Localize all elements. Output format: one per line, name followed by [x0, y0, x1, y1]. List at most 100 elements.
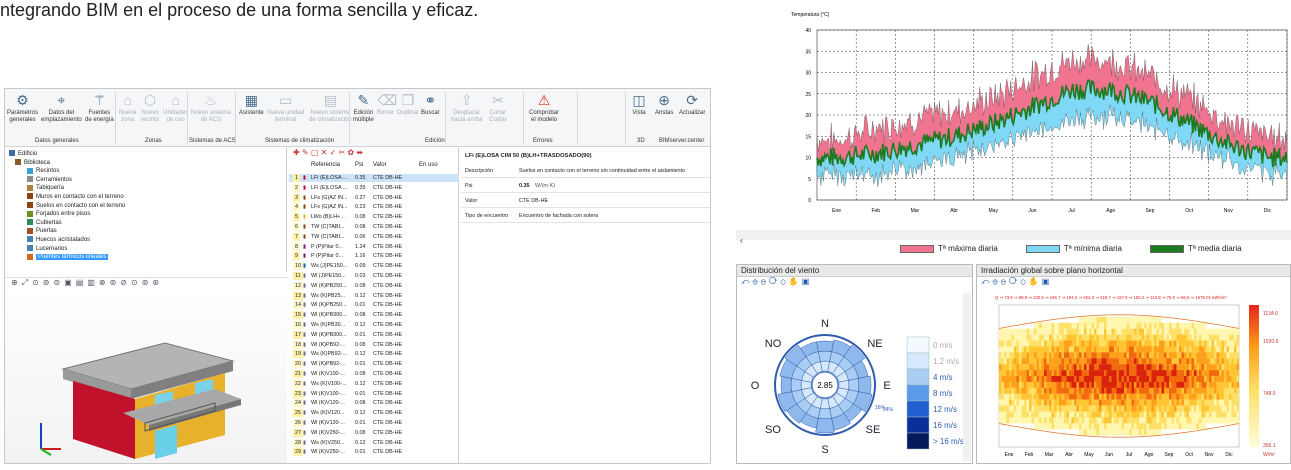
table-row[interactable]: 9 ▮ P (P)Pilar 0... 1.16 CTE DB-HE [289, 252, 459, 261]
tree-item[interactable]: Huecos acristalados [27, 236, 90, 244]
ribbon-button-asistente[interactable]: ▦ Asistente [239, 92, 264, 117]
irr-cell [1191, 328, 1195, 335]
irr-cell [1119, 334, 1122, 341]
table-row[interactable]: 11 ▮ Wl (J)PE150... 0.03 CTE DB-HE [289, 272, 459, 280]
ribbon-button-unidades[interactable]: ⌂ Unidades de uso [163, 92, 188, 124]
irr-cell [1221, 411, 1225, 418]
table-row[interactable]: 27 ▮ Wl (K)V250-... 0.08 CTE DB-HE [289, 428, 459, 437]
table-row[interactable]: 13 ▮ Ws (K)PB25... 0.12 CTE DB-HE [289, 291, 459, 300]
ribbon-button-cortar[interactable]: ✂ Cortar Copiar [489, 92, 507, 124]
ribbon-button-comprobar[interactable]: ⚠ Comprobar el modelo [529, 92, 559, 124]
irr-cell [1174, 352, 1177, 359]
table-row[interactable]: 8 ▮ P (P)Pilar 0... 1.24 CTE DB-HE [289, 242, 459, 251]
table-row[interactable]: 10 ▮ Ws (J)PE150... 0.09 CTE DB-HE [289, 262, 459, 271]
ribbon-button-duplicar[interactable]: ❐ Duplicar [397, 92, 419, 117]
irr-cell [1006, 352, 1010, 359]
table-row[interactable]: 16 ▮ Ws (K)PB30... 0.12 CTE DB-HE [289, 321, 459, 329]
ribbon-button-aristas[interactable]: ⊕ Aristas [655, 92, 673, 117]
irr-cell [1119, 346, 1122, 353]
ribbon-button-par-metros[interactable]: ⚙ Parámetros generales [7, 92, 38, 124]
irr-cell [1014, 364, 1017, 371]
table-row[interactable]: 21 ▮ Wl (K)V100-... 0.08 CTE DB-HE [289, 370, 459, 378]
ribbon-label-2: el modelo [531, 117, 558, 123]
table-row[interactable]: 18 ▮ Wl (K)PB92-... 0.08 CTE DB-HE [289, 340, 459, 349]
tree-item[interactable]: Puertas [27, 227, 57, 235]
table-row[interactable]: 29 ▮ Wl (K)V250-... 0.01 CTE DB-HE [289, 448, 459, 457]
wind-scrollbar[interactable] [963, 293, 971, 461]
ribbon-button-datos-del[interactable]: ⌖ Datos del emplazamiento [41, 92, 82, 124]
irr-cell [1151, 411, 1155, 418]
row-number: 20 [293, 360, 303, 369]
wind-toolbar[interactable]: ⤺⊕⊖⟳⊙✋▣ [737, 277, 972, 289]
irr-cell [1039, 328, 1042, 335]
ribbon-button-borrar[interactable]: ⌫ Borrar [377, 92, 397, 117]
table-row[interactable]: 23 ▮ Wl (K)V100-... 0.01 CTE DB-HE [289, 389, 459, 398]
ribbon-button-nuevo[interactable]: ⬡ Nuevo recinto [141, 92, 159, 124]
table-row[interactable]: 7 ▮ TW (C)TABI... 0.06 CTE DB-HE [289, 232, 459, 241]
ribbon-button-edici-n[interactable]: ✎ Edición múltiple [353, 92, 374, 124]
irr-cell [1121, 429, 1125, 436]
ribbon-button-nueva[interactable]: ⌂ Nueva zona [119, 92, 136, 124]
table-row[interactable]: 4 ▮ LFs (G)AZ IN... 0.23 CTE DB-HE [289, 203, 459, 212]
tree-item[interactable]: Recintos [27, 167, 59, 175]
tree-item[interactable]: Tabiquería [27, 184, 64, 192]
tree-item[interactable]: Biblioteca [15, 159, 50, 167]
y-tick: 40 [805, 28, 811, 34]
irr-cell [1229, 376, 1232, 383]
table-row[interactable]: 12 ▮ Wl (K)PB250... 0.08 CTE DB-HE [289, 281, 459, 290]
irr-toolbar[interactable]: ⤺⊕⊖⟳⊙✋▣ [977, 277, 1290, 289]
irr-cell [1206, 417, 1210, 424]
ribbon-button-buscar[interactable]: ⚭ Buscar [421, 92, 440, 117]
view-toolbar[interactable]: ⊕⤢⊙⊛⊜▣▤▥⊗⊚⊘⊙⊚⊛ [5, 277, 287, 291]
irr-cell [1021, 393, 1025, 400]
table-row[interactable]: 25 ▮ Ws (K)V120... 0.12 CTE DB-HE [289, 409, 459, 418]
ribbon-button-desplazar[interactable]: ⇧ Desplazar hacia arriba [451, 92, 482, 124]
tree-item[interactable]: Edificio [9, 150, 37, 158]
ribbon-button-fuentes[interactable]: ⚚ Fuentes de energía [85, 92, 114, 124]
table-row[interactable]: 22 ▮ Ws (K)V100-... 0.12 CTE DB-HE [289, 379, 459, 388]
ribbon-button-nuevo-sistema[interactable]: ♨ Nuevo sistema de ACS [191, 92, 231, 124]
table-row[interactable]: 28 ▮ Ws (K)V250... 0.12 CTE DB-HE [289, 438, 459, 447]
table-row[interactable]: 1 ▮ LFi (E)LOSA ... 0.35 CTE DB-HE [289, 174, 459, 182]
table-row[interactable]: 2 ▮ LFi (E)LOSA ... 0.35 CTE DB-HE [289, 183, 459, 192]
tree-item[interactable]: Cerramientos [27, 176, 72, 184]
ribbon-button-vista[interactable]: ◫ Vista [631, 92, 647, 117]
horizontal-scrollbar[interactable]: ‹ [736, 230, 1291, 245]
irr-cell [1099, 370, 1102, 377]
table-row[interactable]: 5 ▮ LWo (B)LH+... 0.08 CTE DB-HE [289, 213, 459, 222]
irr-cell [1011, 346, 1015, 353]
tree-item[interactable]: Muros en contacto con el terreno [27, 193, 124, 201]
tree-item[interactable]: Lucernarios [27, 245, 67, 253]
irr-cell [1126, 417, 1130, 424]
table-row[interactable]: 3 ▮ LFs (G)AZ IN... 0.27 CTE DB-HE [289, 193, 459, 202]
table-row[interactable]: 14 ▮ Wl (K)PB250... 0.01 CTE DB-HE [289, 301, 459, 310]
irr-cell [1109, 423, 1112, 430]
list-toolbar[interactable]: ✚ ✎ ▢ ✕ ✓ ✂ ✿ ⬌ [289, 148, 459, 160]
irr-cell [1149, 328, 1152, 335]
irr-cell [1154, 328, 1157, 335]
table-row[interactable]: 24 ▮ Wl (K)V120-... 0.08 CTE DB-HE [289, 399, 459, 408]
table-row[interactable]: 26 ▮ Wl (K)V120-... 0.01 CTE DB-HE [289, 419, 459, 427]
irr-cell [1034, 358, 1037, 365]
table-row[interactable]: 17 ▮ Wl (K)PB300... 0.01 CTE DB-HE [289, 330, 459, 339]
ribbon-button-actualizar[interactable]: ⟳ Actualizar [679, 92, 705, 117]
table-row[interactable]: 20 ▮ Wl (K)PB92-... 0.01 CTE DB-HE [289, 360, 459, 369]
tree-item[interactable]: Puentes térmicos lineales [27, 253, 109, 261]
tree-item[interactable]: Suelos en contacto con el terreno [27, 202, 125, 210]
ribbon-button-nueva-unidad[interactable]: ▭ Nueva unidad terminal [267, 92, 304, 124]
scroll-left-icon[interactable]: ‹ [736, 236, 743, 245]
ribbon-button-nuevo-sistema[interactable]: ▤ Nuevo sistema de climatización [309, 92, 352, 124]
table-row[interactable]: 19 ▮ Ws (K)PB92-... 0.12 CTE DB-HE [289, 350, 459, 359]
irr-cell [1001, 364, 1005, 371]
table-row[interactable]: 6 ▮ TW (C)TABI... 0.08 CTE DB-HE [289, 223, 459, 231]
irr-cell [1134, 334, 1137, 341]
tree-item[interactable]: Cubiertas [27, 219, 62, 227]
3d-view[interactable] [5, 291, 287, 463]
tree-item[interactable]: Forjados entre pisos [27, 210, 90, 218]
table-row[interactable]: 15 ▮ Wl (K)PB300... 0.08 CTE DB-HE [289, 311, 459, 320]
irr-cell [1024, 334, 1027, 341]
irr-cell [1219, 352, 1222, 359]
irr-cell [1071, 423, 1075, 430]
irr-cell [1126, 399, 1130, 406]
row-valor: CTE DB-HE [373, 341, 403, 348]
